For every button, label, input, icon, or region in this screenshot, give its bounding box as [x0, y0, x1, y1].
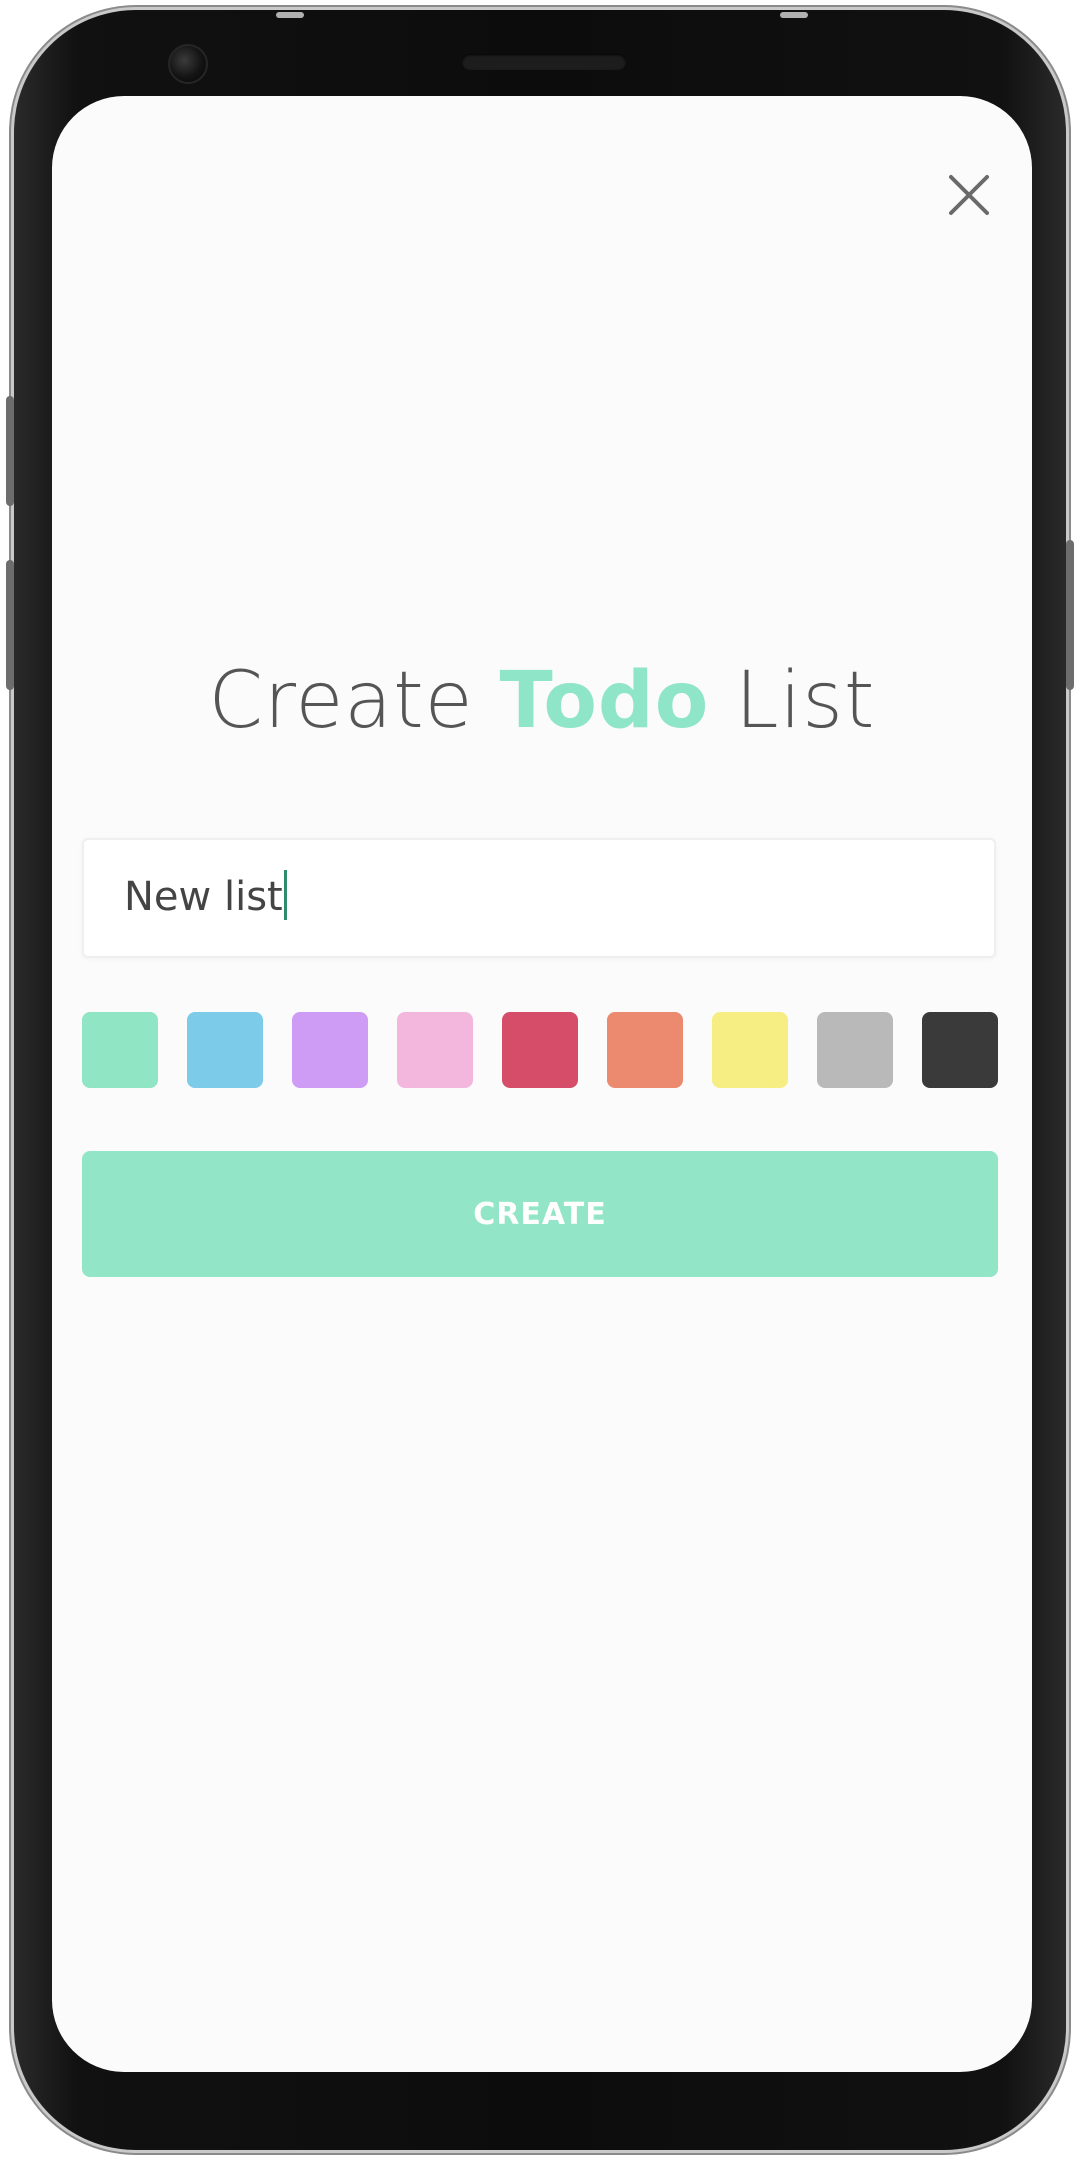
close-icon	[949, 175, 989, 215]
color-swatch-lavender[interactable]	[292, 1012, 368, 1088]
device-mockup: Create Todo List New list CREATE	[0, 0, 1080, 2160]
volume-up-button	[6, 396, 14, 506]
power-button	[1066, 540, 1074, 690]
list-name-value: New list	[124, 874, 283, 920]
list-name-field[interactable]: New list	[82, 838, 996, 958]
front-camera	[168, 44, 208, 84]
create-button[interactable]: CREATE	[82, 1151, 998, 1277]
title-prefix: Create	[208, 656, 500, 746]
app-screen: Create Todo List New list CREATE	[52, 96, 1032, 2072]
color-swatch-salmon[interactable]	[607, 1012, 683, 1088]
color-swatch-pink[interactable]	[397, 1012, 473, 1088]
color-picker	[82, 1012, 998, 1090]
color-swatch-sky-blue[interactable]	[187, 1012, 263, 1088]
color-swatch-yellow[interactable]	[712, 1012, 788, 1088]
close-button[interactable]	[932, 158, 1006, 232]
color-swatch-charcoal[interactable]	[922, 1012, 998, 1088]
frame-rail-right	[780, 12, 808, 18]
earpiece-speaker	[462, 54, 626, 70]
frame-rail-left	[276, 12, 304, 18]
list-name-input[interactable]: New list	[124, 870, 287, 920]
color-swatch-crimson[interactable]	[502, 1012, 578, 1088]
create-button-label: CREATE	[473, 1196, 607, 1232]
title-suffix: List	[709, 656, 876, 746]
page-title: Create Todo List	[52, 656, 1032, 746]
text-cursor	[283, 870, 287, 920]
color-swatch-mint[interactable]	[82, 1012, 158, 1088]
title-accent: Todo	[499, 656, 710, 746]
color-swatch-gray[interactable]	[817, 1012, 893, 1088]
volume-down-button	[6, 560, 14, 690]
